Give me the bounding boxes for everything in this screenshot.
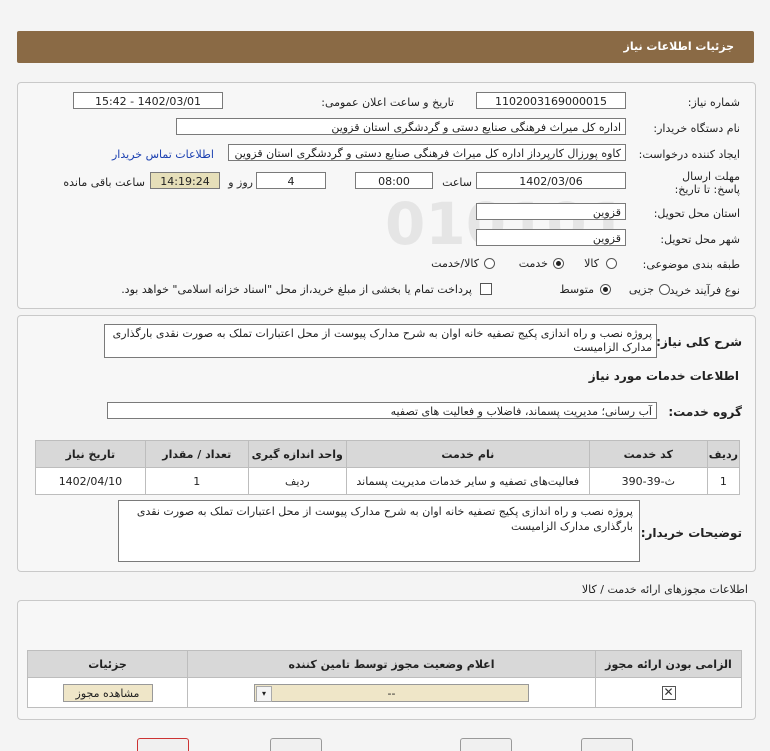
services-table-header: ردیف کد خدمت نام خدمت واحد اندازه گیری ت… [35, 440, 741, 468]
category-radio-goods[interactable] [606, 258, 617, 269]
category-goods-label: کالا [584, 257, 599, 270]
days-label: روز و [228, 176, 253, 189]
view-permit-button[interactable]: مشاهده مجوز [62, 683, 153, 702]
col-qty: تعداد / مقدار [144, 440, 249, 468]
announce-field: 1402/03/01 - 15:42 [73, 92, 223, 109]
page-title: جزئیات اطلاعات نیاز [623, 40, 735, 53]
buyer-notes-box: پروژه نصب و راه اندازی پکیج تصفیه خانه ا… [118, 500, 640, 562]
col-unit: واحد اندازه گیری [247, 440, 347, 468]
cell-qty: 1 [144, 467, 249, 495]
col-date: تاریخ نیاز [35, 440, 146, 468]
buyer-org-field: اداره کل میراث فرهنگی صنایع دستی و گردشگ… [176, 118, 626, 135]
service-group-label: گروه خدمت: [668, 405, 742, 419]
cell-name: فعالیت‌های تصفیه و سایر خدمات مدیریت پسم… [345, 467, 590, 495]
col-row: ردیف [706, 440, 741, 468]
process-partial-label: جزیی [628, 283, 654, 296]
process-label: نوع فرآیند خرید : [662, 284, 740, 297]
services-table: ردیف کد خدمت نام خدمت واحد اندازه گیری ت… [35, 440, 741, 495]
treasury-payment-checkbox[interactable] [480, 283, 492, 295]
services-section-title: اطلاعات خدمات مورد نیاز [588, 369, 739, 383]
required-checkbox-icon: ✕ [661, 684, 676, 700]
process-radio-partial[interactable] [659, 284, 670, 295]
deadline-date-field: 1402/03/06 [476, 172, 626, 189]
announce-label: تاریخ و ساعت اعلان عمومی: [321, 96, 454, 109]
category-radio-service[interactable] [553, 258, 564, 269]
remaining-label: ساعت باقی مانده [63, 176, 145, 189]
description-label: شرح کلی نیاز: [656, 335, 742, 349]
cell-code: ث-39-390 [588, 467, 708, 495]
table-row: 1 ث-39-390 فعالیت‌های تصفیه و سایر خدمات… [35, 467, 741, 495]
requester-field: کاوه پورزال کارپرداز اداره کل میراث فرهن… [228, 144, 626, 161]
col-required: الزامی بودن ارائه مجوز [595, 650, 742, 678]
col-status: اعلام وضعیت مجوز توسط تامین کننده [187, 650, 596, 678]
deadline-time-field: 08:00 [355, 172, 433, 189]
permits-section-title: اطلاعات مجوزهای ارائه خدمت / کالا [581, 583, 748, 596]
remaining-time-field: 14:19:24 [150, 172, 220, 189]
cell-row: 1 [706, 467, 741, 495]
permit-status-select[interactable]: -- ▾ [254, 683, 529, 702]
col-code: کد خدمت [588, 440, 708, 468]
city-field: قزوین [476, 229, 626, 246]
time-label: ساعت [442, 176, 472, 189]
permits-table-header: الزامی بودن ارائه مجوز اعلام وضعیت مجوز … [27, 650, 742, 678]
permits-table: الزامی بودن ارائه مجوز اعلام وضعیت مجوز … [27, 650, 742, 708]
city-label: شهر محل تحویل: [660, 233, 740, 246]
cell-unit: ردیف [247, 467, 347, 495]
treasury-payment-text: پرداخت تمام یا بخشی از مبلغ خرید،از محل … [121, 283, 472, 296]
cell-details: مشاهده مجوز [27, 677, 188, 708]
description-box: پروژه نصب و راه اندازی پکیج تصفیه خانه ا… [104, 324, 657, 358]
category-label: طبقه بندی موضوعی: [642, 258, 740, 271]
page-header: جزئیات اطلاعات نیاز [17, 31, 754, 63]
days-field: 4 [256, 172, 326, 189]
province-field: قزوین [476, 203, 626, 220]
category-goods-service-label: کالا/خدمت [431, 257, 479, 270]
buyer-org-label: نام دستگاه خریدار: [653, 122, 740, 135]
col-name: نام خدمت [345, 440, 590, 468]
col-details: جزئیات [27, 650, 188, 678]
select-arrow-icon: ▾ [256, 685, 272, 702]
table-row: ✕ -- ▾ مشاهده مجوز [27, 677, 742, 708]
need-number-label: شماره نیاز: [687, 96, 740, 109]
deadline-label: مهلت ارسال پاسخ: تا تاریخ: [674, 170, 740, 196]
service-group-field: آب رسانی؛ مدیریت پسماند، فاضلاب و فعالیت… [107, 402, 657, 419]
cell-date: 1402/04/10 [35, 467, 146, 495]
cell-required: ✕ [595, 677, 742, 708]
need-number-field: 1102003169000015 [476, 92, 626, 109]
contact-buyer-link[interactable]: اطلاعات تماس خریدار [112, 148, 214, 161]
requester-label: ایجاد کننده درخواست: [638, 148, 740, 161]
need-info-panel [17, 82, 756, 309]
buyer-notes-label: توضیحات خریدار: [640, 526, 742, 540]
permit-status-value: -- [387, 686, 396, 700]
process-medium-label: متوسط [559, 283, 594, 296]
cell-status: -- ▾ [187, 677, 596, 708]
process-radio-medium[interactable] [600, 284, 611, 295]
category-service-label: خدمت [518, 257, 548, 270]
province-label: استان محل تحویل: [653, 207, 740, 220]
category-radio-goods-service[interactable] [484, 258, 495, 269]
